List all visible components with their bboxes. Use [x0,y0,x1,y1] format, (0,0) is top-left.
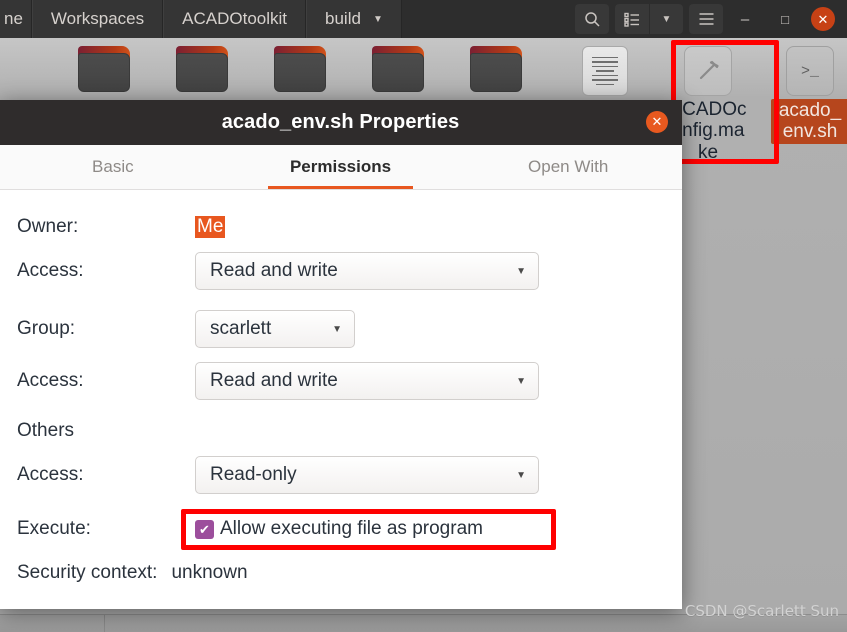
allow-execute-label: Allow executing file as program [220,518,483,539]
folder-icon [76,46,134,94]
row-owner: Owner: Me [0,216,682,238]
others-access-value: Read-only [210,464,297,485]
maximize-icon[interactable]: □ [765,0,805,38]
folder-icon [370,46,428,94]
breadcrumb-label: Workspaces [50,9,145,28]
tab-label: Basic [92,157,134,176]
screen: ne Workspaces ACADOtoolkit build ▼ ▼ – □… [0,0,847,632]
tab-permissions[interactable]: Permissions [227,145,455,189]
permissions-panel: Owner: Me Access: Read and write ▼ Group… [0,190,682,609]
list-item[interactable] [364,46,434,96]
owner-label: Owner: [17,216,79,237]
minimize-glyph: – [740,10,750,28]
allow-execute-checkbox[interactable]: ✔ Allow executing file as program [195,518,483,540]
others-label: Others [17,420,75,441]
owner-value: Me [195,216,226,238]
file-icon-grid-left [70,46,640,96]
execute-label: Execute: [17,518,91,539]
view-options-group: ▼ [615,4,683,34]
folder-icon [174,46,232,94]
breadcrumb-label: ne [4,9,23,28]
checkbox-checked-icon: ✔ [195,519,214,539]
others-access-select[interactable]: Read-only ▼ [195,456,539,494]
tab-basic[interactable]: Basic [0,145,227,189]
tab-label: Permissions [289,157,392,176]
dialog-tabs: Basic Permissions Open With [0,145,682,190]
terminal-script-icon: >_ [786,46,834,96]
folder-icon [272,46,330,94]
close-icon[interactable]: ✕ [811,7,835,31]
folder-icon [468,46,526,94]
row-group: Group: scarlett ▼ [0,310,682,348]
watermark: CSDN @Scarlett Sun [684,602,839,620]
chevron-down-icon: ▼ [516,469,526,481]
check-glyph: ✔ [199,521,210,537]
maximize-glyph: □ [781,11,789,27]
list-view-icon[interactable] [615,4,649,34]
hamburger-menu-icon[interactable] [689,4,723,34]
tab-open-with[interactable]: Open With [454,145,682,189]
breadcrumb: ne Workspaces ACADOtoolkit build ▼ [0,0,402,38]
list-item[interactable] [70,46,140,96]
list-item-acado-env-sh[interactable]: >_ acado_env.sh [767,46,847,163]
list-item[interactable] [266,46,336,96]
owner-access-value: Read and write [210,260,338,281]
row-security-context: Security context: unknown [0,562,682,584]
group-access-label: Access: [17,370,84,391]
dialog-titlebar: acado_env.sh Properties ✕ [0,100,682,145]
breadcrumb-item-acadotoolkit[interactable]: ACADOtoolkit [163,0,307,38]
breadcrumb-item-home[interactable]: ne [0,0,32,38]
chevron-down-icon: ▼ [332,323,342,335]
search-icon[interactable] [575,4,609,34]
list-item[interactable] [168,46,238,96]
group-value: scarlett [210,318,272,339]
security-context-value: unknown [171,562,248,583]
breadcrumb-label: ACADOtoolkit [182,9,288,28]
file-icon-grid-right: ACADOconfig.make >_ acado_env.sh [665,46,847,163]
close-glyph: ✕ [817,11,829,27]
breadcrumb-item-workspaces[interactable]: Workspaces [31,0,164,38]
tab-label: Open With [528,157,609,176]
window-toolbar: ▼ – □ ✕ [573,0,847,38]
row-owner-access: Access: Read and write ▼ [0,252,682,290]
row-execute: Execute: ✔ Allow executing file as progr… [0,509,682,550]
breadcrumb-label: build [325,9,361,28]
list-item[interactable] [462,46,532,96]
row-others-access: Access: Read-only ▼ [0,456,682,494]
group-access-value: Read and write [210,370,338,391]
properties-dialog: acado_env.sh Properties ✕ Basic Permissi… [0,100,682,609]
minimize-icon[interactable]: – [725,0,765,38]
chevron-down-icon[interactable]: ▼ [649,4,683,34]
breadcrumb-item-build[interactable]: build ▼ [306,0,402,38]
group-access-select[interactable]: Read and write ▼ [195,362,539,400]
group-label: Group: [17,318,76,339]
build-tool-icon [684,46,732,96]
chevron-down-icon: ▼ [372,13,383,25]
chevron-down-icon: ▼ [516,265,526,277]
group-select[interactable]: scarlett ▼ [195,310,355,348]
page-title: acado_env.sh Properties [221,111,460,133]
row-others: Others [0,420,682,442]
list-item[interactable] [570,46,640,96]
text-document-icon [582,46,628,96]
owner-access-select[interactable]: Read and write ▼ [195,252,539,290]
chevron-down-icon: ▼ [516,375,526,387]
security-context-label: Security context: [17,562,158,583]
close-icon[interactable]: ✕ [646,111,668,133]
file-manager-titlebar: ne Workspaces ACADOtoolkit build ▼ ▼ – □… [0,0,847,38]
file-label: acado_env.sh [771,99,847,144]
owner-access-label: Access: [17,260,84,281]
row-group-access: Access: Read and write ▼ [0,362,682,400]
close-glyph: ✕ [651,114,663,129]
others-access-label: Access: [17,464,84,485]
